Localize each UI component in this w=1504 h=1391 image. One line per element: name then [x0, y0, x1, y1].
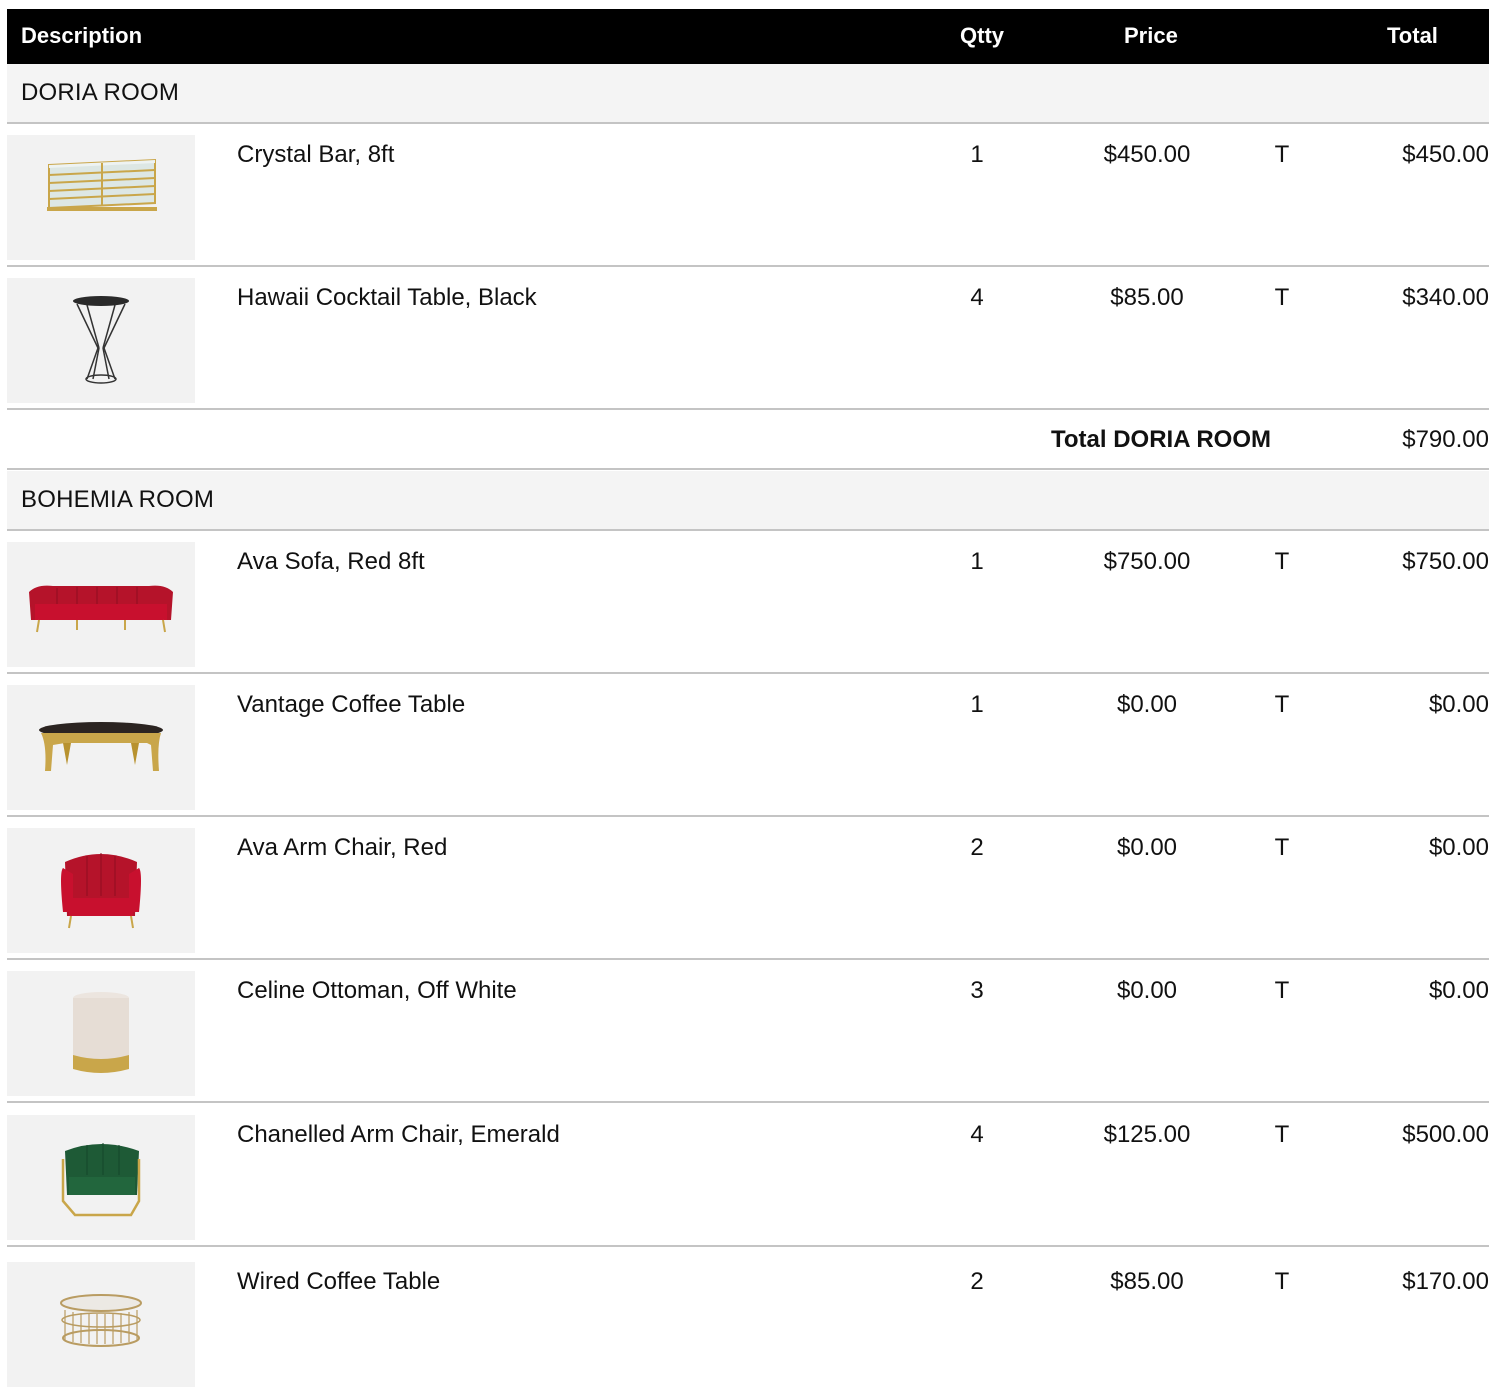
- section-doria-room: DORIA ROOM: [7, 64, 1489, 124]
- table-header: Description Qtty Price Total: [7, 9, 1489, 64]
- section-total-value: $790.00: [1402, 426, 1489, 453]
- red-armchair-icon: [7, 828, 195, 953]
- item-tax-flag: T: [1274, 141, 1290, 168]
- item-description: Wired Coffee Table: [237, 1268, 441, 1295]
- item-tax-flag: T: [1274, 834, 1290, 861]
- item-qty: 1: [970, 691, 984, 718]
- table-row: Ava Arm Chair, Red 2 $0.00 T $0.00: [7, 817, 1489, 960]
- table-row: Ava Sofa, Red 8ft 1 $750.00 T $750.00: [7, 531, 1489, 674]
- item-total: $340.00: [1402, 284, 1489, 311]
- item-qty: 2: [970, 834, 984, 861]
- item-description: Celine Ottoman, Off White: [237, 977, 517, 1004]
- item-description: Vantage Coffee Table: [237, 691, 466, 718]
- item-total: $750.00: [1402, 548, 1489, 575]
- item-price: $85.00: [1110, 284, 1184, 311]
- item-description: Chanelled Arm Chair, Emerald: [237, 1121, 560, 1148]
- item-total: $170.00: [1402, 1268, 1489, 1295]
- item-qty: 4: [970, 284, 984, 311]
- quote-document: Description Qtty Price Total DORIA ROOM: [0, 0, 1504, 1391]
- item-total: $0.00: [1428, 691, 1489, 718]
- item-total: $0.00: [1428, 834, 1489, 861]
- table-row: Vantage Coffee Table 1 $0.00 T $0.00: [7, 674, 1489, 817]
- sofa-icon: [7, 542, 195, 667]
- header-price: Price: [1124, 23, 1178, 48]
- item-price: $85.00: [1110, 1268, 1184, 1295]
- item-qty: 1: [970, 548, 984, 575]
- item-price: $0.00: [1116, 834, 1178, 861]
- item-description: Ava Sofa, Red 8ft: [237, 548, 425, 575]
- cocktail-table-icon: [7, 278, 195, 403]
- item-price: $0.00: [1116, 977, 1178, 1004]
- section-bohemia-room: BOHEMIA ROOM: [7, 471, 1489, 531]
- section-title: BOHEMIA ROOM: [21, 486, 215, 513]
- item-price: $450.00: [1103, 141, 1191, 168]
- section-total-label: Total DORIA ROOM: [1051, 426, 1271, 453]
- item-price: $750.00: [1103, 548, 1191, 575]
- table-row: Celine Ottoman, Off White 3 $0.00 T $0.0…: [7, 960, 1489, 1103]
- header-description: Description: [21, 23, 143, 48]
- table-row: Chanelled Arm Chair, Emerald 4 $125.00 T…: [7, 1104, 1489, 1247]
- header-qty: Qtty: [960, 23, 1004, 48]
- item-qty: 3: [970, 977, 984, 1004]
- ottoman-icon: [7, 971, 195, 1096]
- item-total: $500.00: [1402, 1121, 1489, 1148]
- item-description: Ava Arm Chair, Red: [237, 834, 448, 861]
- item-qty: 2: [970, 1268, 984, 1295]
- item-price: $125.00: [1103, 1121, 1191, 1148]
- coffee-table-icon: [7, 685, 195, 810]
- table-row: Crystal Bar, 8ft 1 $450.00 T $450.00: [7, 124, 1489, 267]
- section-total-row: Total DORIA ROOM $790.00: [7, 410, 1489, 470]
- item-description: Crystal Bar, 8ft: [237, 141, 395, 168]
- item-qty: 4: [970, 1121, 984, 1148]
- header-total: Total: [1387, 23, 1438, 48]
- crystal-bar-icon: [7, 135, 195, 260]
- wired-table-icon: [7, 1262, 195, 1387]
- item-total: $450.00: [1402, 141, 1489, 168]
- item-description: Hawaii Cocktail Table, Black: [237, 284, 537, 311]
- item-tax-flag: T: [1274, 1121, 1290, 1148]
- item-tax-flag: T: [1274, 977, 1290, 1004]
- item-qty: 1: [970, 141, 984, 168]
- table-row: Wired Coffee Table 2 $85.00 T $170.00: [7, 1251, 1489, 1391]
- item-total: $0.00: [1428, 977, 1489, 1004]
- emerald-armchair-icon: [7, 1115, 195, 1240]
- table-row: Hawaii Cocktail Table, Black 4 $85.00 T …: [7, 267, 1489, 410]
- section-title: DORIA ROOM: [21, 79, 180, 106]
- item-tax-flag: T: [1274, 691, 1290, 718]
- item-tax-flag: T: [1274, 1268, 1290, 1295]
- item-tax-flag: T: [1274, 284, 1290, 311]
- item-tax-flag: T: [1274, 548, 1290, 575]
- item-price: $0.00: [1116, 691, 1178, 718]
